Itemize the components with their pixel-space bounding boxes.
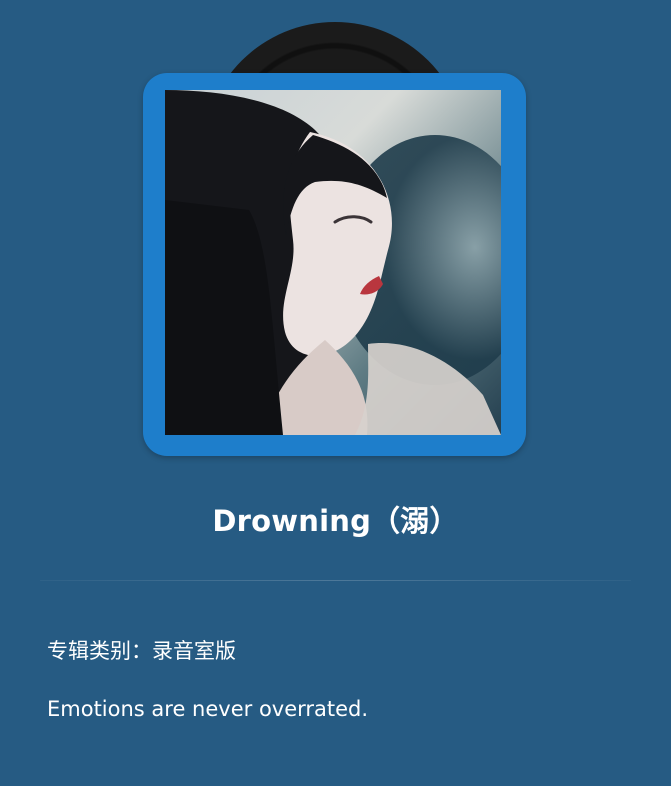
album-cover-image	[165, 90, 501, 435]
album-cover-frame[interactable]	[143, 73, 526, 456]
album-description: Emotions are never overrated.	[47, 697, 369, 721]
portrait-illustration	[165, 90, 501, 435]
divider	[40, 580, 631, 581]
album-category-label: 专辑类别：	[47, 639, 152, 663]
song-title: Drowning（溺）	[212, 504, 459, 538]
album-category-value: 录音室版	[152, 639, 236, 663]
album-category: 专辑类别：录音室版	[47, 635, 236, 665]
